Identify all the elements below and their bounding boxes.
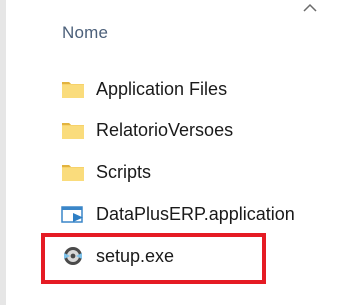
file-name: Application Files <box>96 78 228 99</box>
list-item-scripts[interactable]: Scripts <box>60 157 151 187</box>
file-name: setup.exe <box>96 245 175 266</box>
list-item-setup-exe[interactable]: setup.exe <box>60 241 174 271</box>
folder-icon <box>60 78 86 100</box>
application-manifest-icon <box>60 203 86 225</box>
list-item-application-files[interactable]: Application Files <box>60 74 227 104</box>
file-name: Scripts <box>96 161 152 182</box>
file-name: DataPlusERP.application <box>96 203 295 224</box>
setup-exe-icon <box>60 245 86 267</box>
list-item-relatorioversoes[interactable]: RelatorioVersoes <box>60 115 233 145</box>
folder-icon <box>60 119 86 141</box>
file-name: RelatorioVersoes <box>96 119 234 140</box>
folder-icon <box>60 161 86 183</box>
list-item-dataplus-application[interactable]: DataPlusERP.application <box>60 199 295 229</box>
file-list: Application Files RelatorioVersoes Scrip… <box>0 0 362 305</box>
